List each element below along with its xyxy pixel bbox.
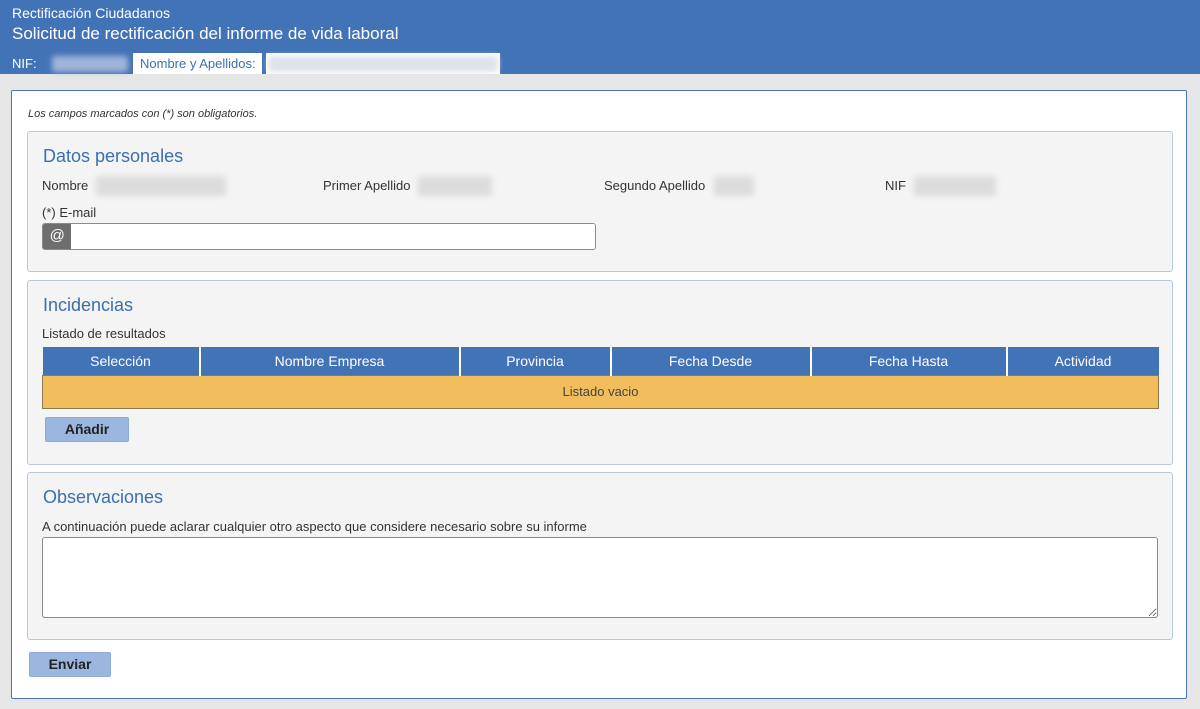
nif-label: NIF:: [12, 56, 37, 71]
required-note: Los campos marcados con (*) son obligato…: [28, 108, 258, 120]
name-label: Nombre y Apellidos:: [140, 56, 256, 71]
section-title-personal: Datos personales: [43, 146, 184, 166]
nif-field-label: NIF: [885, 178, 906, 193]
page-title: Solicitud de rectificación del informe d…: [12, 24, 399, 43]
column-header-nombre-empresa[interactable]: Nombre Empresa: [199, 347, 461, 375]
column-header-fecha-desde[interactable]: Fecha Desde: [610, 347, 812, 375]
section-title-incidencias: Incidencias: [43, 295, 134, 315]
section-title-observaciones: Observaciones: [43, 487, 164, 507]
email-label: (*) E-mail: [42, 205, 97, 220]
column-header-actividad[interactable]: Actividad: [1006, 347, 1159, 375]
column-header-provincia[interactable]: Provincia: [459, 347, 612, 375]
observaciones-description: A continuación puede aclarar cualquier o…: [42, 519, 587, 534]
nif-field-value-redacted: [914, 176, 996, 196]
submit-button[interactable]: Enviar: [29, 652, 111, 677]
name-value-redacted: [268, 56, 498, 72]
form-panel: Los campos marcados con (*) son obligato…: [11, 90, 1187, 699]
primer-apellido-value-redacted: [418, 176, 492, 196]
app-header: Rectificación Ciudadanos Solicitud de re…: [0, 0, 1200, 53]
email-field-wrapper: @: [42, 223, 596, 250]
primer-apellido-label: Primer Apellido: [323, 178, 411, 193]
observaciones-textarea[interactable]: [42, 537, 1158, 618]
section-personal-data: Datos personales Nombre Primer Apellido …: [27, 131, 1173, 272]
name-label-box: Nombre y Apellidos:: [133, 53, 262, 74]
segundo-apellido-value-redacted: [714, 176, 754, 196]
incidencias-table: Selección Nombre Empresa Provincia Fecha…: [42, 347, 1159, 409]
at-icon: @: [43, 224, 71, 249]
add-incidencia-button[interactable]: Añadir: [45, 417, 129, 442]
column-header-fecha-hasta[interactable]: Fecha Hasta: [810, 347, 1008, 375]
results-list-label: Listado de resultados: [42, 326, 166, 341]
empty-list-message: Listado vacio: [42, 374, 1159, 409]
table-header-row: Selección Nombre Empresa Provincia Fecha…: [42, 347, 1159, 375]
email-input[interactable]: [71, 224, 595, 249]
segundo-apellido-label: Segundo Apellido: [604, 178, 706, 193]
section-observaciones: Observaciones A continuación puede aclar…: [27, 472, 1173, 640]
nombre-label: Nombre: [42, 178, 89, 193]
nif-value-redacted: [52, 56, 128, 72]
user-info-bar: NIF: Nombre y Apellidos:: [0, 53, 1200, 74]
nombre-value-redacted: [96, 176, 226, 196]
app-name: Rectificación Ciudadanos: [12, 5, 170, 21]
table-row: Listado vacio: [42, 374, 1159, 409]
section-incidencias: Incidencias Listado de resultados Selecc…: [27, 280, 1173, 465]
name-value-box: [266, 53, 500, 74]
column-header-seleccion[interactable]: Selección: [42, 347, 201, 375]
